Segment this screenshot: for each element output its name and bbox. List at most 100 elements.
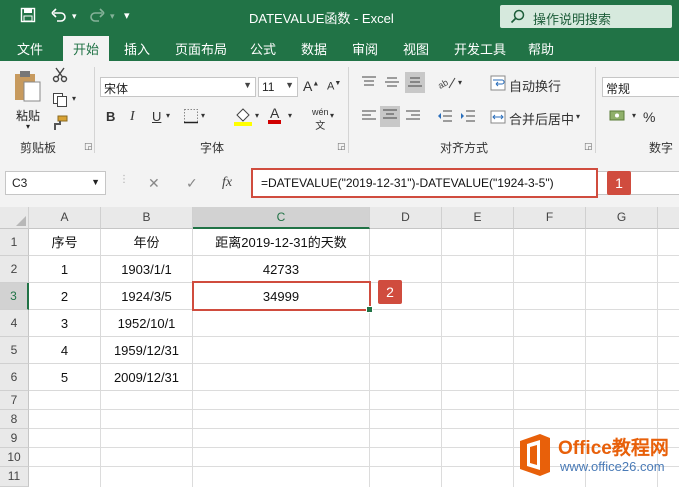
clipboard-launcher-icon[interactable]: ◲ [84,141,93,152]
font-name-select[interactable]: 宋体 ▼ [100,77,256,97]
row-header-10[interactable]: 10 [0,448,29,467]
tab-formulas[interactable]: 公式 [250,39,276,58]
undo-icon[interactable] [50,7,68,26]
phonetic-dropdown-icon[interactable]: ▾ [330,111,334,120]
align-left-icon[interactable] [361,109,377,126]
select-all-button[interactable] [0,207,29,229]
column-header-partial[interactable] [658,207,679,229]
name-box[interactable]: C3 ▼ [5,171,106,195]
wrap-text-button[interactable]: 自动换行 [509,76,561,95]
align-middle-icon[interactable] [384,75,400,92]
tab-help[interactable]: 帮助 [528,39,554,58]
merge-dropdown-icon[interactable]: ▾ [576,112,580,121]
row-header-11[interactable]: 11 [0,467,29,487]
cell-a6[interactable]: 5 [29,364,101,391]
cell-a5[interactable]: 4 [29,337,101,364]
tab-home[interactable]: 开始 [63,36,110,61]
row-header-7[interactable]: 7 [0,391,29,410]
wrap-text-icon[interactable] [490,75,506,94]
column-header-d[interactable]: D [370,207,442,229]
row-header-1[interactable]: 1 [0,229,29,256]
align-right-icon[interactable] [405,109,421,126]
row-header-4[interactable]: 4 [0,310,29,337]
cell-b1[interactable]: 年份 [101,229,193,256]
increase-indent-icon[interactable] [460,109,476,126]
insert-function-button[interactable]: fx [222,175,232,191]
cell-a3[interactable]: 2 [29,283,101,310]
row-header-8[interactable]: 8 [0,410,29,429]
row-header-9[interactable]: 9 [0,429,29,448]
number-format-select[interactable]: 常规 [602,77,679,97]
tab-file[interactable]: 文件 [17,39,43,58]
cell-c2[interactable]: 42733 [193,256,370,283]
accounting-dropdown-icon[interactable]: ▾ [632,111,636,120]
column-header-g[interactable]: G [586,207,658,229]
align-center-icon[interactable] [380,106,400,127]
column-header-e[interactable]: E [442,207,514,229]
font-size-select[interactable]: 11 ▼ [258,77,298,97]
tab-view[interactable]: 视图 [403,39,429,58]
cell-b4[interactable]: 1952/10/1 [101,310,193,337]
copy-dropdown-icon[interactable]: ▾ [72,94,76,103]
redo-dropdown-icon[interactable]: ▾ [110,11,115,22]
font-launcher-icon[interactable]: ◲ [337,141,346,152]
alignment-launcher-icon[interactable]: ◲ [584,141,593,152]
row-header-5[interactable]: 5 [0,337,29,364]
cell-c1[interactable]: 距离2019-12-31的天数 [193,229,370,256]
row-header-6[interactable]: 6 [0,364,29,391]
tab-insert[interactable]: 插入 [124,39,150,58]
tab-page-layout[interactable]: 页面布局 [175,39,227,58]
cell-b6[interactable]: 2009/12/31 [101,364,193,391]
search-box[interactable]: 操作说明搜索 [500,5,672,28]
font-color-button[interactable]: A [268,106,282,124]
align-top-icon[interactable] [361,75,377,92]
tab-data[interactable]: 数据 [301,39,327,58]
underline-dropdown-icon[interactable]: ▾ [166,111,170,120]
italic-button[interactable]: I [130,109,135,125]
fill-color-icon[interactable] [234,106,252,129]
customize-quick-access-icon[interactable]: ▾ [124,9,130,22]
underline-button[interactable]: U [152,109,161,124]
borders-dropdown-icon[interactable]: ▾ [201,111,205,120]
paste-button[interactable]: 粘贴 ▾ [12,69,46,131]
cell-b3[interactable]: 1924/3/5 [101,283,193,310]
formula-input[interactable]: =DATEVALUE("2019-12-31")-DATEVALUE("1924… [251,168,598,198]
fill-color-dropdown-icon[interactable]: ▾ [255,111,259,120]
borders-icon[interactable] [183,108,199,127]
enter-formula-button[interactable]: ✓ [186,175,198,192]
percent-style-button[interactable]: % [643,109,655,125]
merge-center-button[interactable]: 合并后居中 [509,109,574,128]
accounting-format-icon[interactable] [609,108,629,127]
column-header-b[interactable]: B [101,207,193,229]
column-header-c[interactable]: C [193,207,370,229]
redo-icon[interactable] [88,7,106,26]
format-painter-icon[interactable] [52,115,68,134]
increase-font-size-button[interactable]: A▲ [303,78,319,94]
phonetic-guide-button[interactable]: wén 文 [312,107,329,132]
font-color-dropdown-icon[interactable]: ▾ [288,111,292,120]
cell-a4[interactable]: 3 [29,310,101,337]
column-header-a[interactable]: A [29,207,101,229]
cell-a1[interactable]: 序号 [29,229,101,256]
save-icon[interactable] [20,7,36,26]
decrease-indent-icon[interactable] [437,109,453,126]
merge-center-icon[interactable] [490,109,506,128]
align-bottom-icon[interactable] [405,72,425,93]
cell-b5[interactable]: 1959/12/31 [101,337,193,364]
undo-dropdown-icon[interactable]: ▾ [72,11,77,22]
decrease-font-size-button[interactable]: A▼ [327,80,341,93]
orientation-dropdown-icon[interactable]: ▾ [458,78,462,87]
cell-b2[interactable]: 1903/1/1 [101,256,193,283]
fill-handle[interactable] [366,306,373,313]
bold-button[interactable]: B [106,109,115,124]
copy-icon[interactable] [52,92,68,111]
column-header-f[interactable]: F [514,207,586,229]
row-header-3[interactable]: 3 [0,283,29,310]
orientation-icon[interactable]: ab [436,74,457,93]
tab-developer[interactable]: 开发工具 [454,39,506,58]
cut-icon[interactable] [52,67,68,86]
row-header-2[interactable]: 2 [0,256,29,283]
cancel-formula-button[interactable]: ✕ [148,175,160,192]
cell-a2[interactable]: 1 [29,256,101,283]
tab-review[interactable]: 审阅 [352,39,378,58]
